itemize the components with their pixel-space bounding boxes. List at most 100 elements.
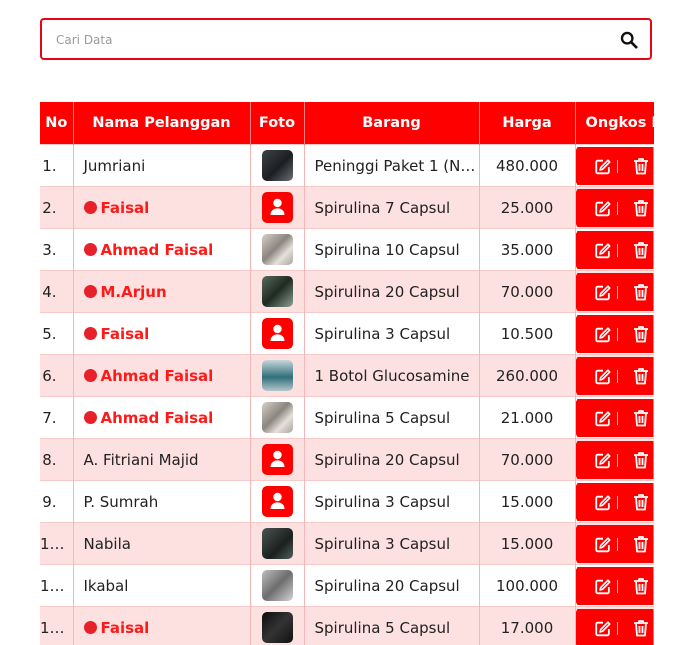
table-row[interactable]: 11. Ikabal Spirulina 20 Capsul 100.000: [40, 564, 654, 607]
column-header-barang[interactable]: Barang: [304, 102, 480, 145]
cell-harga: 260.000: [479, 354, 576, 397]
edit-icon[interactable]: [594, 284, 612, 302]
search-icon[interactable]: [620, 31, 638, 49]
cell-harga: 25.000: [479, 186, 576, 229]
cell-nama-pelanggan: Ikabal: [73, 564, 251, 607]
data-table-container: No Nama Pelanggan Foto Barang Harga Ongk…: [40, 102, 654, 645]
table-row[interactable]: 2. Faisal Spirulina 7 Capsul 25.000: [40, 186, 654, 229]
table-row[interactable]: 7. Ahmad Faisal Spirulina 5 Capsul 21.000: [40, 396, 654, 439]
cell-nama-pelanggan: Jumriani: [73, 144, 251, 187]
search-box[interactable]: [40, 18, 652, 60]
action-separator: [616, 160, 618, 173]
cell-actions: [575, 522, 654, 565]
table-header-row: No Nama Pelanggan Foto Barang Harga Ongk…: [40, 102, 654, 145]
action-separator: [616, 538, 618, 551]
cell-harga: 480.000: [479, 144, 576, 187]
cell-harga: 15.000: [479, 480, 576, 523]
column-header-harga[interactable]: Harga: [479, 102, 576, 145]
column-header-nama-pelanggan[interactable]: Nama Pelanggan: [73, 102, 251, 145]
action-buttons: [575, 525, 654, 563]
action-separator: [616, 370, 618, 383]
table-row[interactable]: 8. A. Fitriani Majid Spirulina 20 Capsul 70…: [40, 438, 654, 481]
action-buttons: [575, 483, 654, 521]
red-circle-icon: [83, 242, 97, 256]
trash-icon[interactable]: [633, 577, 649, 595]
edit-icon[interactable]: [594, 158, 612, 176]
cell-no: 3.: [40, 228, 74, 271]
user-icon[interactable]: [261, 192, 293, 223]
trash-icon[interactable]: [633, 493, 649, 511]
customer-name: P. Sumrah: [83, 492, 159, 511]
cell-harga: 15.000: [479, 522, 576, 565]
cell-actions: [575, 270, 654, 313]
table-row[interactable]: 6. Ahmad Faisal 1 Botol Glucosamine 260.000: [40, 354, 654, 397]
customer-photo-thumbnail[interactable]: [261, 234, 293, 265]
customer-name: Ahmad Faisal: [100, 408, 214, 427]
cell-no: 5.: [40, 312, 74, 355]
trash-icon[interactable]: [633, 157, 649, 175]
user-icon[interactable]: [261, 444, 293, 475]
cell-foto: [250, 522, 305, 565]
red-circle-icon: [83, 410, 97, 424]
trash-icon[interactable]: [633, 367, 649, 385]
cell-harga: 17.000: [479, 606, 576, 645]
action-separator: [616, 622, 618, 635]
customer-photo-thumbnail[interactable]: [261, 570, 293, 601]
table-row[interactable]: 12. Faisal Spirulina 5 Capsul 17.000: [40, 606, 654, 645]
cell-nama-pelanggan: Ahmad Faisal: [73, 354, 251, 397]
cell-no: 1.: [40, 144, 74, 187]
edit-icon[interactable]: [594, 200, 612, 218]
customer-photo-thumbnail[interactable]: [261, 150, 293, 181]
column-header-no[interactable]: No: [40, 102, 74, 145]
cell-foto: [250, 438, 305, 481]
table-row[interactable]: 10. Nabila Spirulina 3 Capsul 15.000: [40, 522, 654, 565]
customer-photo-thumbnail[interactable]: [261, 402, 293, 433]
trash-icon[interactable]: [633, 535, 649, 553]
search-input[interactable]: [54, 28, 598, 52]
edit-icon[interactable]: [594, 368, 612, 386]
edit-icon[interactable]: [594, 326, 612, 344]
edit-icon[interactable]: [594, 242, 612, 260]
trash-icon[interactable]: [633, 241, 649, 259]
action-separator: [616, 244, 618, 257]
customer-photo-thumbnail[interactable]: [261, 528, 293, 559]
edit-icon[interactable]: [594, 494, 612, 512]
cell-foto: [250, 186, 305, 229]
customer-photo-thumbnail[interactable]: [261, 276, 293, 307]
column-header-foto[interactable]: Foto: [250, 102, 305, 145]
cell-no: 7.: [40, 396, 74, 439]
edit-icon[interactable]: [594, 578, 612, 596]
trash-icon[interactable]: [633, 199, 649, 217]
edit-icon[interactable]: [594, 536, 612, 554]
edit-icon[interactable]: [594, 452, 612, 470]
trash-icon[interactable]: [633, 451, 649, 469]
red-circle-icon: [83, 620, 97, 634]
column-header-ongkos-kirim[interactable]: Ongkos Ki: [575, 102, 654, 145]
table-row[interactable]: 4. M.Arjun Spirulina 20 Capsul 70.000: [40, 270, 654, 313]
table-row[interactable]: 1. Jumriani Peninggi Paket 1 (New) 480.000: [40, 144, 654, 187]
user-icon[interactable]: [261, 318, 293, 349]
edit-icon[interactable]: [594, 410, 612, 428]
customer-photo-thumbnail[interactable]: [261, 612, 293, 643]
cell-foto: [250, 354, 305, 397]
cell-nama-pelanggan: Nabila: [73, 522, 251, 565]
cell-actions: [575, 438, 654, 481]
action-buttons: [575, 567, 654, 605]
trash-icon[interactable]: [633, 325, 649, 343]
cell-nama-pelanggan: Faisal: [73, 186, 251, 229]
table-row[interactable]: 5. Faisal Spirulina 3 Capsul 10.500: [40, 312, 654, 355]
table-row[interactable]: 3. Ahmad Faisal Spirulina 10 Capsul 35.000: [40, 228, 654, 271]
customer-name: Ikabal: [83, 576, 129, 595]
red-circle-icon: [83, 326, 97, 340]
customer-photo-thumbnail[interactable]: [261, 360, 293, 391]
trash-icon[interactable]: [633, 619, 649, 637]
action-buttons: [575, 609, 654, 645]
user-icon[interactable]: [261, 486, 293, 517]
edit-icon[interactable]: [594, 620, 612, 638]
cell-barang: 1 Botol Glucosamine: [304, 354, 480, 397]
trash-icon[interactable]: [633, 283, 649, 301]
trash-icon[interactable]: [633, 409, 649, 427]
cell-actions: [575, 564, 654, 607]
cell-nama-pelanggan: P. Sumrah: [73, 480, 251, 523]
table-row[interactable]: 9. P. Sumrah Spirulina 3 Capsul 15.000: [40, 480, 654, 523]
